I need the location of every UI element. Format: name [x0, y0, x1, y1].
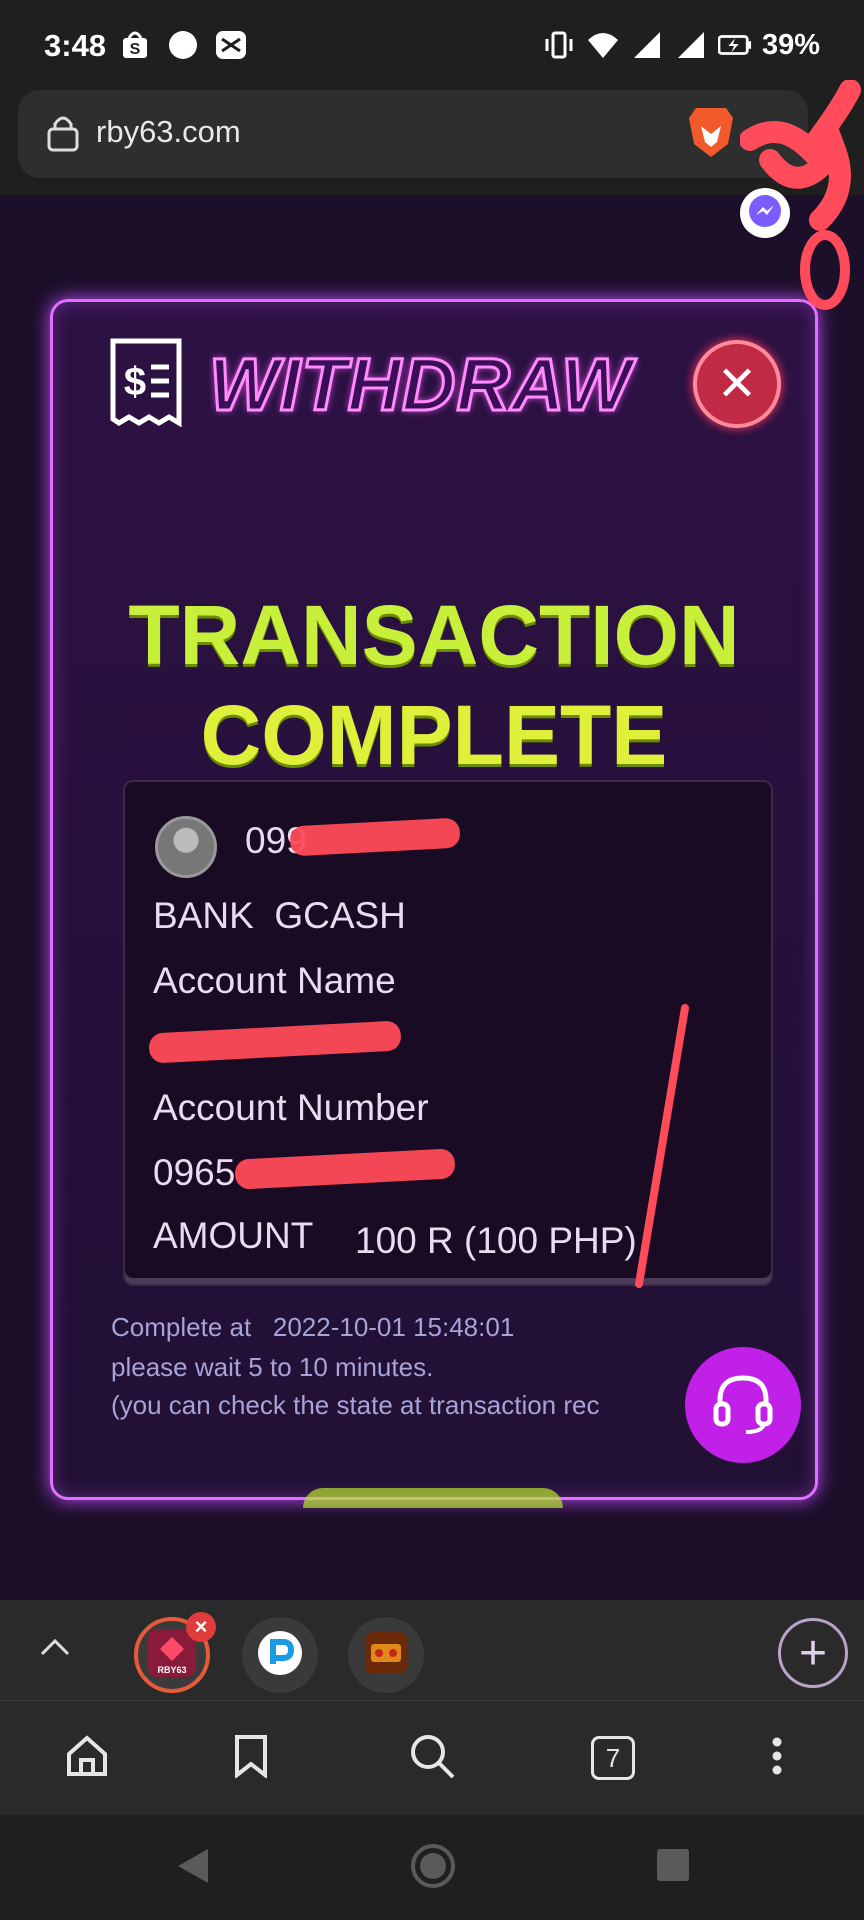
signal-icon — [674, 28, 708, 62]
messenger-icon — [747, 193, 783, 234]
bank-label: BANK — [153, 895, 254, 936]
receipt-icon: $ — [105, 337, 187, 434]
status-icons-left: S — [118, 28, 248, 62]
status-icons-right: 39% — [542, 28, 820, 62]
support-button[interactable] — [685, 1347, 801, 1463]
red-slash-scribble — [635, 1004, 689, 1288]
tab-p-app[interactable] — [242, 1617, 318, 1693]
complete-time: 2022-10-01 15:48:01 — [272, 1312, 515, 1342]
brave-shields-icon[interactable] — [686, 104, 736, 165]
headset-icon — [708, 1368, 778, 1443]
battery-charging-icon — [717, 28, 752, 62]
shopping-bag-icon: S — [118, 28, 152, 62]
messenger-chathead[interactable] — [740, 188, 790, 238]
search-icon — [408, 1732, 456, 1785]
svg-text:$: $ — [124, 360, 146, 404]
signal-icon — [630, 28, 664, 62]
redaction-mark — [289, 817, 461, 857]
new-tab-button[interactable]: + — [778, 1618, 848, 1688]
avatar — [155, 816, 217, 878]
amount-label: AMOUNT — [153, 1215, 314, 1256]
url-text[interactable]: rby63.com — [96, 114, 241, 150]
lock-icon[interactable] — [46, 114, 80, 157]
vibrate-icon — [542, 28, 576, 62]
plus-icon: + — [798, 1626, 828, 1680]
home-icon — [65, 1734, 109, 1783]
complete-time-row: Complete at 2022-10-01 15:48:01 — [111, 1312, 514, 1343]
menu-button[interactable] — [750, 1731, 804, 1785]
p-app-icon — [257, 1630, 303, 1681]
tab-close-button[interactable]: × — [186, 1612, 216, 1642]
status-bar: 3:48 S 39% — [0, 0, 864, 90]
home-button[interactable] — [60, 1731, 114, 1785]
complete-label: Complete at — [111, 1312, 252, 1342]
home-nav-icon[interactable] — [410, 1843, 456, 1894]
capcut-icon — [214, 28, 248, 62]
more-vertical-icon — [771, 1736, 783, 1781]
back-icon[interactable] — [176, 1847, 210, 1890]
amount-value: 100 R (100 PHP) — [355, 1220, 637, 1261]
wait-note: please wait 5 to 10 minutes. — [111, 1352, 434, 1382]
browser-toolbar: 7 — [0, 1700, 864, 1816]
close-icon: ✕ — [716, 358, 758, 411]
account-number-value: 0965 — [153, 1152, 236, 1193]
transaction-status-line2: COMPLETE — [200, 688, 668, 782]
redaction-mark — [148, 1020, 402, 1064]
search-button[interactable] — [405, 1731, 459, 1785]
browser-address-area: rby63.com — [0, 90, 864, 195]
tabs-switcher-button[interactable]: 7 — [586, 1731, 640, 1785]
wifi-icon — [586, 28, 620, 62]
modal-title: WITHDRAW — [207, 342, 633, 428]
address-bar[interactable]: rby63.com — [18, 90, 808, 178]
web-page: $ WITHDRAW ✕ TRANSACTION COMPLETE 099 BA… — [0, 195, 864, 1600]
transaction-status-line1: TRANSACTION — [128, 588, 740, 682]
check-state-note: (you can check the state at transaction … — [111, 1390, 600, 1420]
svg-text:RBY63: RBY63 — [157, 1665, 186, 1675]
close-button[interactable]: ✕ — [693, 340, 781, 428]
tab-strip: RBY63 × + — [0, 1600, 864, 1700]
bank-row: BANK GCASH — [153, 895, 406, 937]
circle-notification-icon — [166, 28, 200, 62]
withdraw-modal: $ WITHDRAW ✕ TRANSACTION COMPLETE 099 BA… — [50, 299, 818, 1508]
battery-percent: 39% — [761, 28, 820, 61]
bank-value: GCASH — [274, 895, 406, 936]
tabs-count: 7 — [591, 1736, 635, 1780]
status-time: 3:48 — [44, 28, 107, 63]
transaction-details-card: 099 BANK GCASH Account Name Account Numb… — [123, 780, 773, 1288]
bookmark-icon — [233, 1734, 269, 1783]
game-site-icon — [363, 1630, 409, 1681]
confirm-button-edge[interactable] — [303, 1488, 563, 1508]
svg-text:S: S — [130, 41, 141, 58]
bookmarks-button[interactable] — [224, 1731, 278, 1785]
account-name-label: Account Name — [153, 960, 396, 1001]
chevron-up-icon[interactable] — [38, 1630, 72, 1669]
system-nav-bar — [0, 1815, 864, 1920]
account-number-label: Account Number — [153, 1087, 429, 1128]
redaction-mark — [234, 1148, 456, 1190]
recents-icon[interactable] — [655, 1847, 691, 1888]
tab-game-site[interactable] — [348, 1617, 424, 1693]
